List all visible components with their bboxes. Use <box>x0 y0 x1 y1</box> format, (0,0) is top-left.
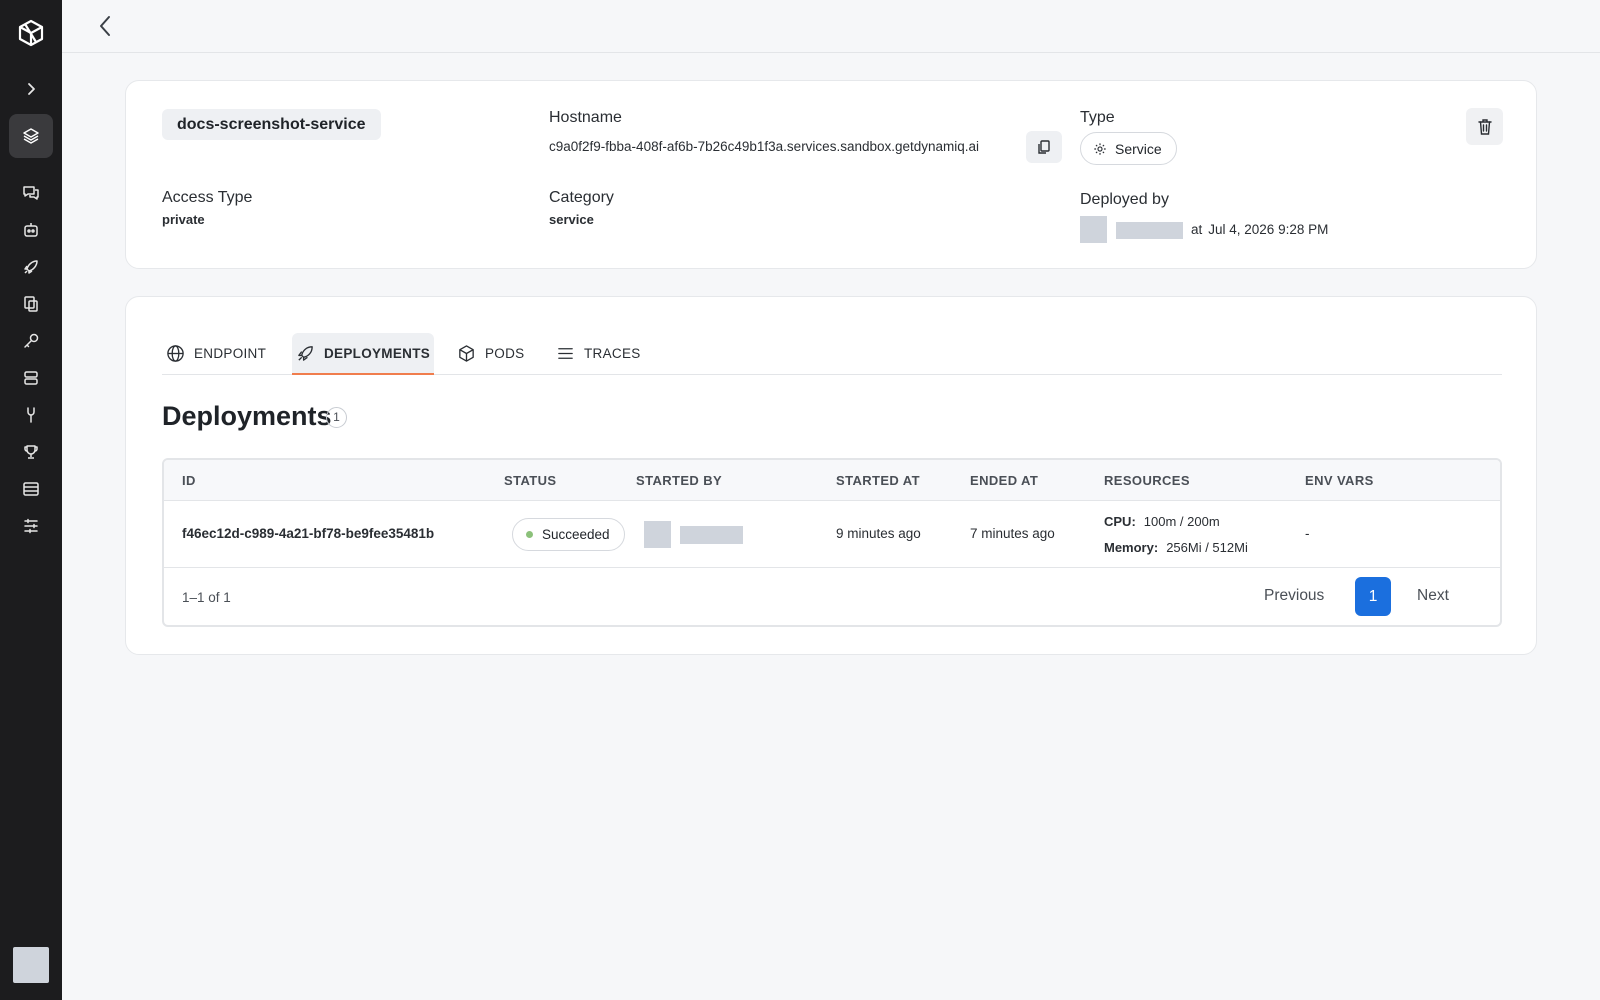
service-info-card: docs-screenshot-service Hostname c9a0f2f… <box>125 80 1537 269</box>
deployer-avatar <box>1080 216 1107 243</box>
sidebar-item-settings[interactable] <box>9 508 53 544</box>
status-label: Succeeded <box>542 527 610 542</box>
table-footer: 1–1 of 1 Previous 1 Next <box>164 568 1500 625</box>
access-type-value: private <box>162 212 205 227</box>
sidebar-expand-button[interactable] <box>9 71 53 107</box>
deployments-count-badge: 1 <box>326 407 347 428</box>
next-page-button[interactable]: Next <box>1417 587 1449 605</box>
type-chip: Service <box>1080 132 1177 165</box>
chevron-left-icon <box>100 16 110 36</box>
rocket-icon <box>298 345 313 361</box>
tab-endpoint-label: ENDPOINT <box>194 346 267 361</box>
memory-value: 256Mi / 512Mi <box>1166 540 1248 555</box>
server-icon <box>24 371 38 385</box>
copy-hostname-button[interactable] <box>1026 131 1062 163</box>
deployments-title: Deployments <box>162 401 332 431</box>
gear-icon <box>1094 142 1106 155</box>
type-label: Type <box>1080 109 1115 126</box>
resources-memory: Memory: 256Mi / 512Mi <box>1104 540 1248 555</box>
deployer-name-redacted <box>1116 222 1183 239</box>
started-by-avatar <box>644 521 671 548</box>
tab-traces[interactable]: TRACES <box>552 333 645 374</box>
column-header-started-by[interactable]: STARTED BY <box>636 473 722 488</box>
deployed-at: at Jul 4, 2026 9:28 PM <box>1191 222 1328 237</box>
chevron-right-icon <box>28 83 35 95</box>
chat-icon <box>23 186 39 200</box>
env-vars: - <box>1305 526 1310 541</box>
tool-icon <box>27 407 35 423</box>
deployed-at-prefix: at <box>1191 222 1203 237</box>
column-header-id[interactable]: ID <box>182 473 196 488</box>
tab-endpoint[interactable]: ENDPOINT <box>162 333 270 374</box>
copy-icon <box>1038 140 1050 154</box>
documents-icon <box>24 296 38 312</box>
sidebar-item-bots[interactable] <box>9 212 53 248</box>
access-type-label: Access Type <box>162 189 253 206</box>
bot-icon <box>24 223 38 237</box>
memory-label: Memory: <box>1104 540 1159 555</box>
service-name: docs-screenshot-service <box>162 109 381 140</box>
page-1-button[interactable]: 1 <box>1355 577 1391 616</box>
hostname-label: Hostname <box>549 109 622 126</box>
tabs-card: ENDPOINT DEPLOYMENTS PODS TRACES Deploym… <box>125 296 1537 655</box>
deployment-id: f46ec12d-c989-4a21-bf78-be9fee35481b <box>182 526 435 541</box>
category-value: service <box>549 212 594 227</box>
type-value: Service <box>1115 140 1162 157</box>
sidebar-item-evals[interactable] <box>9 434 53 470</box>
trash-icon <box>1477 118 1492 135</box>
top-bar <box>62 0 1600 53</box>
deployed-by-label: Deployed by <box>1080 191 1169 208</box>
table-icon <box>23 482 39 496</box>
sidebar-item-chat[interactable] <box>9 175 53 211</box>
status-dot-icon <box>526 531 533 538</box>
deployed-at-date: Jul 4, 2026 9:28 PM <box>1208 222 1329 237</box>
rocket-icon <box>24 260 38 274</box>
delete-service-button[interactable] <box>1466 108 1503 145</box>
column-header-started-at[interactable]: STARTED AT <box>836 473 920 488</box>
column-header-env-vars[interactable]: ENV VARS <box>1305 473 1374 488</box>
hostname-value: c9a0f2f9-fbba-408f-af6b-7b26c49b1f3a.ser… <box>549 139 980 154</box>
back-button[interactable] <box>90 10 120 42</box>
user-avatar[interactable] <box>13 947 49 983</box>
key-icon <box>24 333 39 348</box>
trophy-icon <box>24 445 38 459</box>
column-header-resources[interactable]: RESOURCES <box>1104 473 1190 488</box>
cpu-label: CPU: <box>1104 514 1136 529</box>
layers-icon <box>23 128 39 144</box>
tab-traces-label: TRACES <box>584 346 641 361</box>
tab-deployments[interactable]: DEPLOYMENTS <box>292 333 435 375</box>
tab-deployments-label: DEPLOYMENTS <box>324 345 431 361</box>
category-label: Category <box>549 189 614 206</box>
sidebar-item-deploy[interactable] <box>9 249 53 285</box>
deployments-table: ID STATUS STARTED BY STARTED AT ENDED AT… <box>162 458 1502 627</box>
app-logo-icon[interactable] <box>14 16 48 50</box>
sidebar-item-logs[interactable] <box>9 471 53 507</box>
tab-pods[interactable]: PODS <box>453 333 528 374</box>
sidebar-item-services[interactable] <box>9 114 53 158</box>
cpu-value: 100m / 200m <box>1143 514 1220 529</box>
previous-page-button[interactable]: Previous <box>1264 587 1324 605</box>
started-by-name-redacted <box>680 526 743 544</box>
list-icon <box>558 348 573 359</box>
column-header-status[interactable]: STATUS <box>504 473 556 488</box>
resources-cpu: CPU: 100m / 200m <box>1104 514 1220 529</box>
box-icon <box>459 345 474 362</box>
column-header-ended-at[interactable]: ENDED AT <box>970 473 1038 488</box>
started-at: 9 minutes ago <box>836 526 921 541</box>
tab-bar: ENDPOINT DEPLOYMENTS PODS TRACES <box>162 333 1502 375</box>
ended-at: 7 minutes ago <box>970 526 1055 541</box>
sidebar-item-keys[interactable] <box>9 323 53 359</box>
sidebar-item-integrations[interactable] <box>9 397 53 433</box>
tab-pods-label: PODS <box>485 346 525 361</box>
sidebar <box>0 0 62 1000</box>
globe-icon <box>167 345 184 362</box>
pagination-range: 1–1 of 1 <box>182 590 231 605</box>
status-badge: Succeeded <box>512 518 625 551</box>
table-row[interactable]: f46ec12d-c989-4a21-bf78-be9fee35481b Suc… <box>164 501 1500 568</box>
table-header: ID STATUS STARTED BY STARTED AT ENDED AT… <box>164 460 1500 501</box>
sidebar-item-storage[interactable] <box>9 360 53 396</box>
sidebar-item-knowledge[interactable] <box>9 286 53 322</box>
sliders-icon <box>24 518 38 534</box>
